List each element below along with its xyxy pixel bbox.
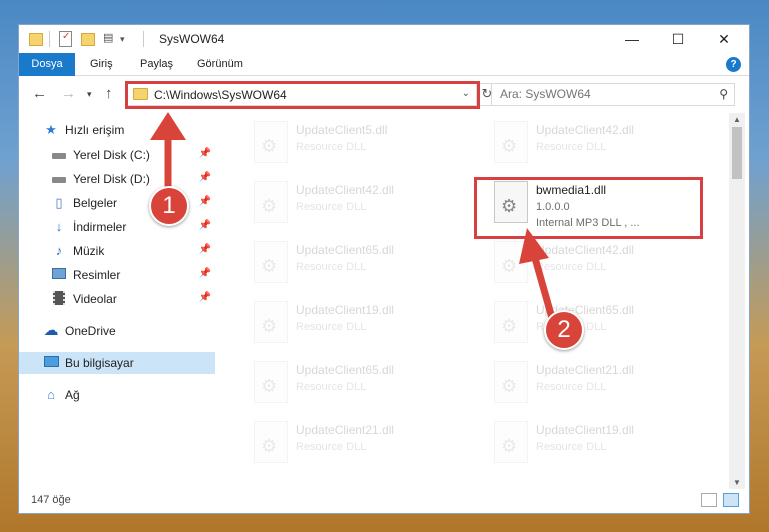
arrow-to-address [150,112,186,192]
annotation-arrows [150,112,556,322]
arrow-to-file [519,228,556,322]
step-1-badge: 1 [149,186,189,226]
step-2-badge: 2 [544,310,584,350]
